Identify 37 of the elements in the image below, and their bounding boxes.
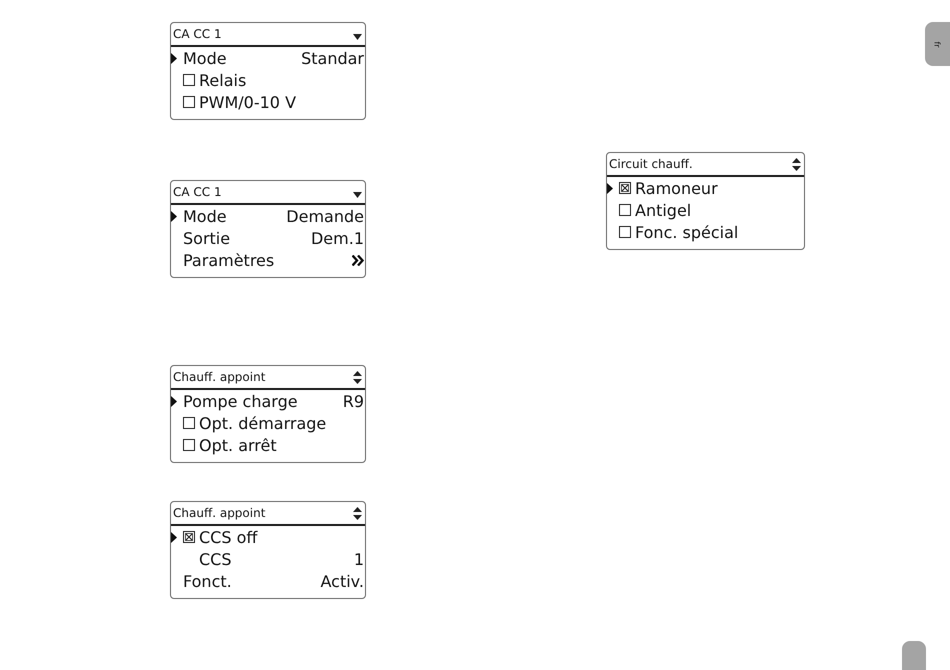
setting-label: Sortie <box>183 228 232 248</box>
checkbox[interactable] <box>183 96 195 108</box>
checkbox[interactable] <box>183 531 195 543</box>
option-label: CCS off <box>199 528 259 546</box>
language-code: fr <box>933 40 942 48</box>
submenu-label: Paramètres <box>183 250 276 270</box>
checkbox[interactable] <box>183 74 195 86</box>
setting-label: Mode <box>183 48 228 68</box>
setting-label: Fonct. <box>183 572 233 590</box>
option-label: Opt. arrêt <box>199 436 278 454</box>
option-label: Opt. démarrage <box>199 414 328 432</box>
setting-value: R9 <box>342 392 364 410</box>
menu-title: Chauff. appoint <box>173 370 266 384</box>
checkbox[interactable] <box>183 439 195 451</box>
menu-title: Chauff. appoint <box>173 506 266 520</box>
checkbox[interactable] <box>619 226 631 238</box>
setting-value: 1 <box>354 550 364 568</box>
checkbox[interactable] <box>183 417 195 429</box>
menu-title: CA CC 1 <box>173 27 223 41</box>
setting-value: Dem.1 <box>310 228 364 248</box>
menu-title: Circuit chauff. <box>609 157 694 171</box>
option-label: PWM/0-10 V <box>199 92 298 112</box>
option-label: Relais <box>199 70 248 90</box>
option-label: Ramoneur <box>635 178 719 198</box>
setting-value: Demande <box>286 206 364 226</box>
setting-label: Pompe charge <box>183 392 299 410</box>
double-chevron-icon <box>352 254 364 266</box>
checkbox[interactable] <box>619 204 631 216</box>
setting-label: Mode <box>183 206 228 226</box>
page-corner-marker <box>902 641 926 670</box>
option-label: Fonc. spécial <box>635 222 740 242</box>
setting-value: Activ. <box>320 572 364 590</box>
setting-label: CCS <box>199 550 232 568</box>
option-label: Antigel <box>635 200 692 220</box>
checkbox[interactable] <box>619 182 631 194</box>
setting-value: Standar <box>301 48 364 68</box>
menu-title: CA CC 1 <box>173 185 223 199</box>
